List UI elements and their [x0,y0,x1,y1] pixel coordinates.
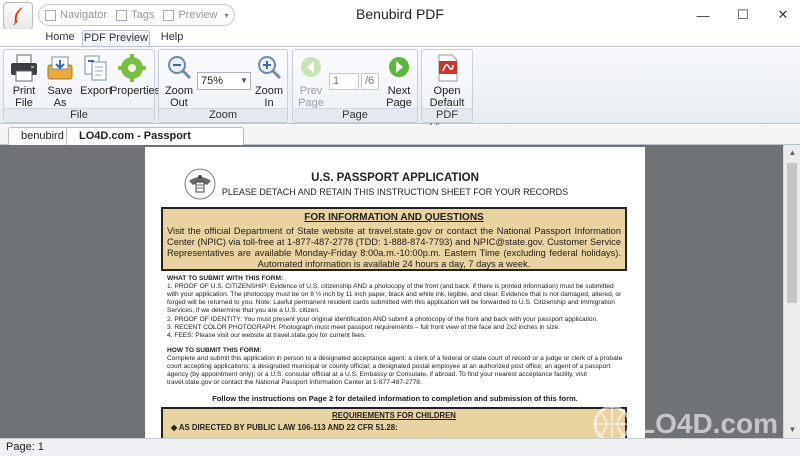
doc-tab-benubird[interactable]: benubird [8,127,70,145]
print-file-button[interactable]: Print File [7,53,41,109]
properties-button[interactable]: Properties [110,53,161,97]
zoom-in-button[interactable]: Zoom In [252,53,286,109]
export-button[interactable]: Export [79,53,113,97]
navigator-label: Navigator [60,9,108,21]
zoom-in-label: Zoom In [254,85,284,109]
navigator-checkbox[interactable] [45,9,56,21]
info-box: FOR INFORMATION AND QUESTIONS Visit the … [161,207,627,271]
save-as-icon [47,56,73,80]
what-to-submit-heading: WHAT TO SUBMIT WITH THIS FORM: [167,275,284,282]
app-menu-button[interactable] [3,2,33,30]
open-default-button[interactable]: Open Default [425,53,469,109]
requirements-heading: REQUIREMENTS FOR CHILDREN [332,411,456,420]
scroll-down-icon[interactable]: ▼ [784,422,800,438]
preview-checkbox[interactable] [163,9,175,21]
prev-page-label: Prev Page [298,85,324,109]
how-to-submit-heading: HOW TO SUBMIT THIS FORM: [167,347,262,354]
info-text: Visit the official Department of State w… [167,226,621,269]
pdf-viewer-group-label: PDF Viewer [422,108,472,134]
prev-arrow-icon [301,57,321,77]
zoom-out-icon [168,56,192,80]
prev-page-button[interactable]: Prev Page [295,53,327,109]
status-page: Page: 1 [6,441,44,453]
title-bar: Navigator Tags Preview ▾ Benubird PDF — … [0,0,800,30]
export-label: Export [80,85,112,97]
submit-item-2: 2. PROOF OF IDENTITY: You must present y… [167,316,599,323]
feather-logo-icon [13,7,23,26]
current-page-input[interactable]: 1 [329,73,359,90]
submit-item-1: 1. PROOF OF U.S. CITIZENSHIP: Evidence o… [167,283,622,315]
page-group: Prev Page 1 /6 Next Page Page [292,49,418,123]
tags-toggle[interactable]: Tags [116,9,154,21]
scroll-up-icon[interactable]: ▲ [784,145,800,161]
zoom-in-icon [258,56,282,80]
qat-dropdown-icon[interactable]: ▾ [224,11,228,20]
zoom-out-label: Zoom Out [164,85,194,109]
gear-icon [118,54,146,82]
next-page-label: Next Page [386,85,412,109]
export-icon [84,55,107,81]
requirements-box: REQUIREMENTS FOR CHILDREN ◆ AS DIRECTED … [161,407,627,438]
open-default-label: Open Default [429,85,465,109]
vertical-scrollbar[interactable]: ▲ ▼ [783,145,800,438]
follow-instructions: Follow the instructions on Page 2 for de… [212,394,578,403]
ribbon-tab-strip: Home PDF Preview Help [0,29,800,48]
scroll-thumb[interactable] [787,163,797,303]
printer-icon [11,54,37,82]
total-pages-field: /6 [361,73,379,90]
ribbon: Print File Save As Export Properties Fil… [0,46,800,134]
how-to-submit-text: Complete and submit this application in … [167,355,623,387]
info-heading: FOR INFORMATION AND QUESTIONS [304,212,484,223]
tags-label: Tags [131,9,155,21]
watermark-text: LO4D.com [638,408,779,439]
doc-tab-passport-pdf[interactable]: LO4D.com - Passport application.pdf [66,127,244,158]
pdf-page: U.S. PASSPORT APPLICATION PLEASE DETACH … [145,147,645,438]
zoom-group-label: Zoom [159,108,287,122]
bullet-icon: ◆ [171,423,179,432]
requirements-item-text: AS DIRECTED BY PUBLIC LAW 106-113 AND 22… [178,423,398,432]
close-button[interactable]: ✕ [760,0,800,30]
preview-toggle[interactable]: Preview [163,9,217,21]
tags-checkbox[interactable] [116,9,128,21]
zoom-level-value: 75% [201,75,224,87]
document-viewer[interactable]: U.S. PASSPORT APPLICATION PLEASE DETACH … [0,145,800,438]
zoom-group: Zoom Out 75% ▼ Zoom In Zoom [158,49,288,123]
chevron-down-icon: ▼ [240,76,248,85]
save-as-label: Save As [47,85,73,109]
pdf-viewer-group: Open Default PDF Viewer [421,49,473,134]
page-group-label: Page [293,108,417,122]
status-bar: Page: 1 [0,438,800,456]
print-file-label: Print File [12,85,36,109]
submit-item-3: 3. RECENT COLOR PHOTOGRAPH: Photograph m… [167,324,560,331]
next-arrow-icon [389,57,409,77]
save-as-button[interactable]: Save As [43,53,77,109]
file-group-label: File [4,108,154,122]
pdf-file-icon [438,54,458,82]
properties-label: Properties [110,85,161,97]
quick-access-toolbar: Navigator Tags Preview ▾ [38,4,235,26]
file-group: Print File Save As Export Properties Fil… [3,49,161,123]
document-tab-strip: benubird LO4D.com - Passport application… [0,125,800,158]
document-title: U.S. PASSPORT APPLICATION [311,172,479,184]
requirements-item: ◆ AS DIRECTED BY PUBLIC LAW 106-113 AND … [171,423,625,432]
document-subtitle: PLEASE DETACH AND RETAIN THIS INSTRUCTIO… [221,187,569,197]
zoom-level-select[interactable]: 75% ▼ [197,72,251,90]
zoom-out-button[interactable]: Zoom Out [162,53,196,109]
submit-item-4: 4. FEES: Please visit our website at tra… [167,332,367,339]
preview-label: Preview [178,9,218,21]
next-page-button[interactable]: Next Page [383,53,415,109]
navigator-toggle[interactable]: Navigator [45,9,107,21]
